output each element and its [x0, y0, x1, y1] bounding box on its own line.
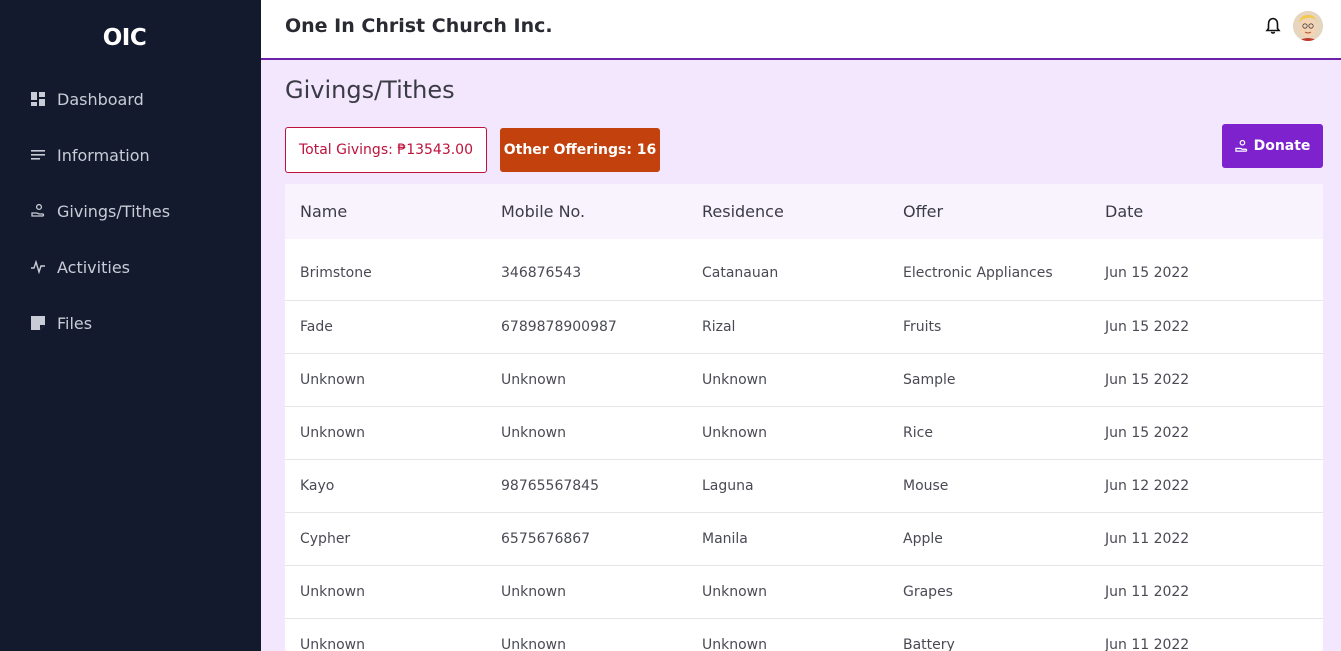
- cell-name: Unknown: [300, 371, 365, 388]
- sidebar: OIC Dashboard Information Givings/Tithes…: [0, 0, 261, 651]
- sidebar-item-label: Files: [57, 313, 93, 333]
- cell-name: Unknown: [300, 424, 365, 441]
- column-header-date: Date: [1105, 202, 1144, 221]
- sidebar-item-label: Dashboard: [57, 89, 144, 109]
- table-row: Unknown Unknown Unknown Sample Jun 15 20…: [285, 353, 1323, 406]
- column-header-offer: Offer: [903, 202, 944, 221]
- cell-residence: Unknown: [702, 583, 767, 600]
- cell-mobile: 6789878900987: [501, 318, 617, 335]
- table-row: Unknown Unknown Unknown Battery Jun 11 2…: [285, 618, 1323, 651]
- cell-mobile: Unknown: [501, 371, 566, 388]
- sidebar-item-label: Activities: [57, 257, 130, 277]
- cell-residence: Rizal: [702, 318, 736, 335]
- cell-offer: Rice: [903, 424, 933, 441]
- sidebar-item-files[interactable]: Files: [0, 295, 261, 351]
- cell-name: Kayo: [300, 477, 335, 494]
- cell-name: Unknown: [300, 583, 365, 600]
- sidebar-item-information[interactable]: Information: [0, 127, 261, 183]
- sidebar-item-givings-tithes[interactable]: Givings/Tithes: [0, 183, 261, 239]
- cell-mobile: Unknown: [501, 636, 566, 651]
- avatar[interactable]: [1293, 11, 1323, 41]
- other-offerings-badge: Other Offerings: 16: [500, 128, 660, 172]
- column-header-residence: Residence: [702, 202, 784, 221]
- column-header-mobile: Mobile No.: [501, 202, 586, 221]
- cell-offer: Sample: [903, 371, 956, 388]
- cell-residence: Unknown: [702, 424, 767, 441]
- table-row: Unknown Unknown Unknown Grapes Jun 11 20…: [285, 565, 1323, 618]
- cell-name: Fade: [300, 318, 333, 335]
- cell-date: Jun 15 2022: [1105, 318, 1190, 335]
- cell-mobile: Unknown: [501, 583, 566, 600]
- cell-offer: Apple: [903, 530, 943, 547]
- sidebar-item-label: Information: [57, 145, 150, 165]
- sidebar-nav: Dashboard Information Givings/Tithes Act…: [0, 71, 261, 351]
- cell-offer: Fruits: [903, 318, 942, 335]
- cell-residence: Laguna: [702, 477, 754, 494]
- cell-mobile: 6575676867: [501, 530, 591, 547]
- cell-date: Jun 11 2022: [1105, 636, 1190, 651]
- cell-residence: Unknown: [702, 371, 767, 388]
- table-row: Unknown Unknown Unknown Rice Jun 15 2022: [285, 406, 1323, 459]
- column-header-name: Name: [300, 202, 348, 221]
- dashboard-icon: [30, 91, 46, 107]
- hand-giving-icon: [1234, 139, 1247, 152]
- sidebar-item-label: Givings/Tithes: [57, 201, 171, 221]
- cell-residence: Manila: [702, 530, 748, 547]
- pulse-icon: [30, 259, 46, 275]
- hand-giving-icon: [30, 203, 46, 219]
- cell-date: Jun 11 2022: [1105, 583, 1190, 600]
- table-header-row: Name Mobile No. Residence Offer Date: [285, 184, 1323, 239]
- file-icon: [30, 315, 46, 331]
- cell-name: Cypher: [300, 530, 351, 547]
- donate-label: Donate: [1253, 138, 1311, 154]
- cell-offer: Mouse: [903, 477, 949, 494]
- cell-mobile: 98765567845: [501, 477, 599, 494]
- cell-date: Jun 12 2022: [1105, 477, 1190, 494]
- cell-mobile: 346876543: [501, 265, 582, 282]
- cell-offer: Battery: [903, 636, 955, 651]
- cell-offer: Grapes: [903, 583, 953, 600]
- sidebar-item-activities[interactable]: Activities: [0, 239, 261, 295]
- notes-icon: [30, 147, 46, 163]
- main-content: Givings/Tithes Total Givings: ₱13543.00 …: [261, 60, 1341, 651]
- cell-residence: Catanauan: [702, 265, 779, 282]
- cell-name: Unknown: [300, 636, 365, 651]
- donate-button[interactable]: Donate: [1222, 124, 1323, 168]
- page-title: Givings/Tithes: [285, 76, 455, 104]
- organization-title: One In Christ Church Inc.: [285, 15, 553, 37]
- cell-date: Jun 15 2022: [1105, 371, 1190, 388]
- top-bar: One In Christ Church Inc.: [261, 0, 1341, 60]
- table-row: Kayo 98765567845 Laguna Mouse Jun 12 202…: [285, 459, 1323, 512]
- cell-mobile: Unknown: [501, 424, 566, 441]
- cell-offer: Electronic Appliances: [903, 265, 1053, 282]
- table-row: Brimstone 346876543 Catanauan Electronic…: [285, 239, 1323, 300]
- cell-date: Jun 11 2022: [1105, 530, 1190, 547]
- cell-date: Jun 15 2022: [1105, 424, 1190, 441]
- total-givings-badge: Total Givings: ₱13543.00: [285, 127, 487, 173]
- sidebar-item-dashboard[interactable]: Dashboard: [0, 71, 261, 127]
- cell-residence: Unknown: [702, 636, 767, 651]
- cell-name: Brimstone: [300, 265, 372, 282]
- table-row: Cypher 6575676867 Manila Apple Jun 11 20…: [285, 512, 1323, 565]
- cell-date: Jun 15 2022: [1105, 265, 1190, 282]
- givings-table: Name Mobile No. Residence Offer Date Bri…: [285, 184, 1323, 651]
- table-row: Fade 6789878900987 Rizal Fruits Jun 15 2…: [285, 300, 1323, 353]
- bell-icon[interactable]: [1265, 17, 1281, 35]
- brand-logo[interactable]: OIC: [0, 25, 249, 51]
